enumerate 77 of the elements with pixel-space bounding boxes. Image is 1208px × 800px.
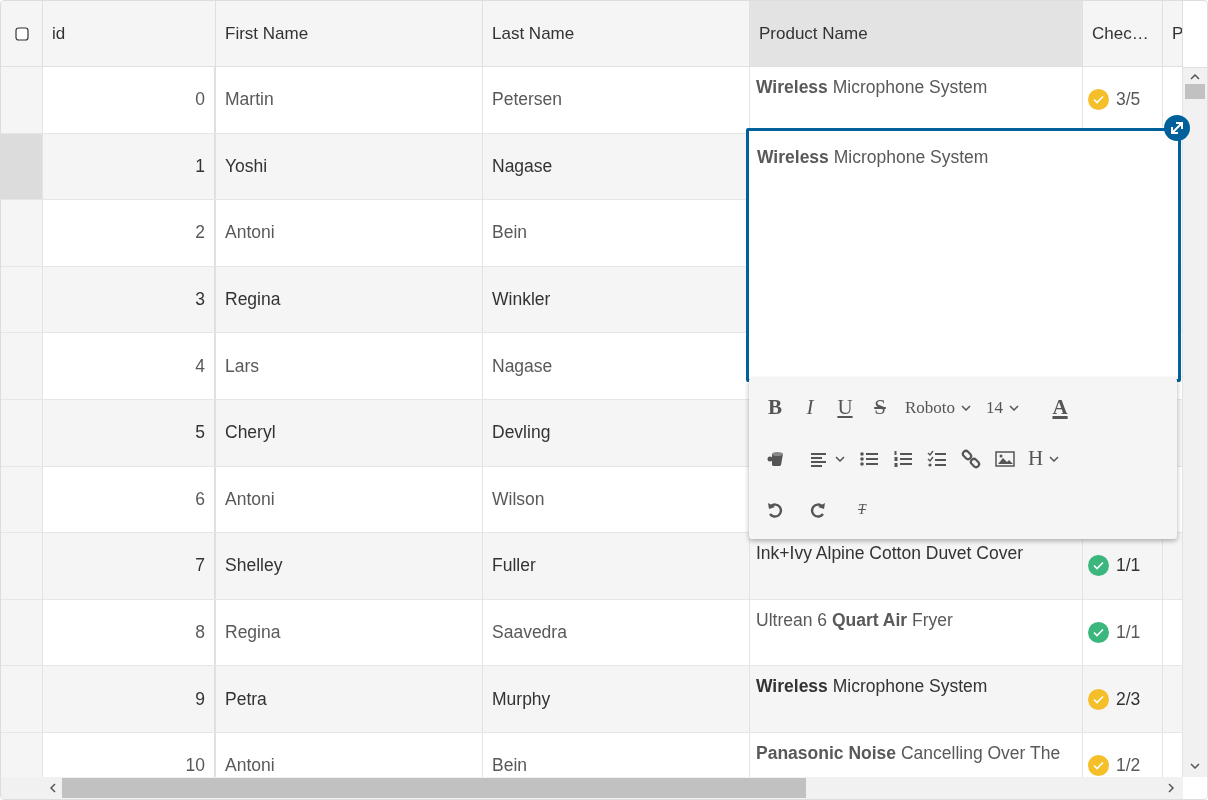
table-cell-text: Cheryl xyxy=(224,422,276,444)
horizontal-scrollbar[interactable] xyxy=(1,777,1183,799)
vertical-scrollbar[interactable] xyxy=(1183,68,1207,777)
table-cell-text: Bein xyxy=(491,755,528,777)
caret-icon xyxy=(835,455,845,462)
scroll-left-icon[interactable] xyxy=(50,783,56,793)
expand-icon[interactable] xyxy=(1163,114,1191,142)
scroll-thumb[interactable] xyxy=(1185,84,1205,99)
column-header[interactable]: Product Name xyxy=(750,1,1083,66)
table-cell: 2/3 xyxy=(1116,688,1141,710)
bold-button[interactable]: B xyxy=(765,395,785,420)
italic-button[interactable]: I xyxy=(800,395,820,420)
table-cell-text: Winkler xyxy=(491,289,551,311)
scroll-down-icon[interactable] xyxy=(1190,763,1200,769)
table-cell: 6 xyxy=(195,488,205,510)
table-cell-text: Shelley xyxy=(224,555,283,577)
table-cell: 1 xyxy=(195,155,205,177)
table-cell-text: Wireless Microphone System xyxy=(755,676,988,698)
table-cell-text: Regina xyxy=(224,622,281,644)
scroll-thumb[interactable] xyxy=(62,778,806,798)
table-cell-text: Antoni xyxy=(224,488,275,510)
column-header[interactable]: First Name xyxy=(216,1,483,66)
table-cell-text: Ink+Ivy Alpine Cotton Duvet Cover xyxy=(755,543,1023,565)
table-cell-text: Antoni xyxy=(224,755,275,777)
table-cell-text: Nagase xyxy=(491,155,553,177)
table-cell: 9 xyxy=(195,688,205,710)
table-cell: 5 xyxy=(195,422,205,444)
table-cell-text: Wilson xyxy=(491,488,545,510)
table-cell-text: Panasonic Noise Cancelling Over The xyxy=(755,742,1061,764)
rich-text-editor[interactable]: Wireless Microphone System xyxy=(746,128,1181,382)
column-header[interactable]: id xyxy=(43,1,216,66)
table-cell-text: Wireless Microphone System xyxy=(755,77,988,98)
table-cell: 3 xyxy=(195,289,205,311)
table-cell: 7 xyxy=(195,555,205,577)
caret-icon xyxy=(1049,455,1060,462)
table-cell-text: Martin xyxy=(224,89,274,111)
table-cell: 1/1 xyxy=(1116,622,1141,644)
table-cell-text: Ultrean 6 Quart Air Fryer xyxy=(755,609,953,631)
header-checkbox[interactable] xyxy=(14,26,29,41)
table-cell-text: Devling xyxy=(491,422,551,444)
text-color-button[interactable]: A xyxy=(1050,395,1071,420)
checklist-icon[interactable] xyxy=(927,448,947,469)
table-cell: 10 xyxy=(185,755,205,777)
table-cell: 2 xyxy=(195,222,205,244)
table-cell: 0 xyxy=(195,89,205,111)
font-size-dropdown[interactable]: 14 xyxy=(986,397,1020,418)
table-cell-text: Fuller xyxy=(491,555,536,577)
table-cell-text: Petersen xyxy=(491,89,563,111)
caret-icon xyxy=(961,404,972,411)
clear-format-button[interactable]: T xyxy=(852,501,872,518)
table-cell-text: Antoni xyxy=(224,222,275,244)
table-cell-text: Regina xyxy=(224,289,281,311)
table-cell: 1/2 xyxy=(1116,755,1141,777)
table-cell-text: Nagase xyxy=(491,355,553,377)
strikethrough-button[interactable]: S xyxy=(870,395,890,420)
image-icon[interactable] xyxy=(995,448,1015,469)
scroll-right-icon[interactable] xyxy=(1168,783,1174,793)
heading-dropdown[interactable]: H xyxy=(1028,446,1060,471)
table-cell: 1/1 xyxy=(1116,555,1141,577)
underline-button[interactable]: U xyxy=(835,395,855,420)
table-cell-text: Saavedra xyxy=(491,622,567,644)
scroll-up-icon[interactable] xyxy=(1190,74,1200,80)
table-cell-text: Yoshi xyxy=(224,155,268,177)
caret-icon xyxy=(1009,404,1020,411)
table-cell: 4 xyxy=(195,355,205,377)
table-cell-text: Lars xyxy=(224,355,260,377)
link-icon[interactable] xyxy=(961,448,981,469)
column-header[interactable]: Chec… xyxy=(1083,1,1163,66)
column-header[interactable]: P xyxy=(1163,1,1183,66)
table-cell-text: Petra xyxy=(224,688,267,710)
table-cell-text: Murphy xyxy=(491,688,551,710)
numbered-list-icon[interactable] xyxy=(893,448,913,469)
editor-text: Wireless Microphone System xyxy=(757,147,989,167)
table-cell: 8 xyxy=(195,622,205,644)
font-dropdown[interactable]: Roboto xyxy=(905,397,972,418)
table-cell: 3/5 xyxy=(1116,89,1141,111)
table-cell-text: Bein xyxy=(491,222,528,244)
